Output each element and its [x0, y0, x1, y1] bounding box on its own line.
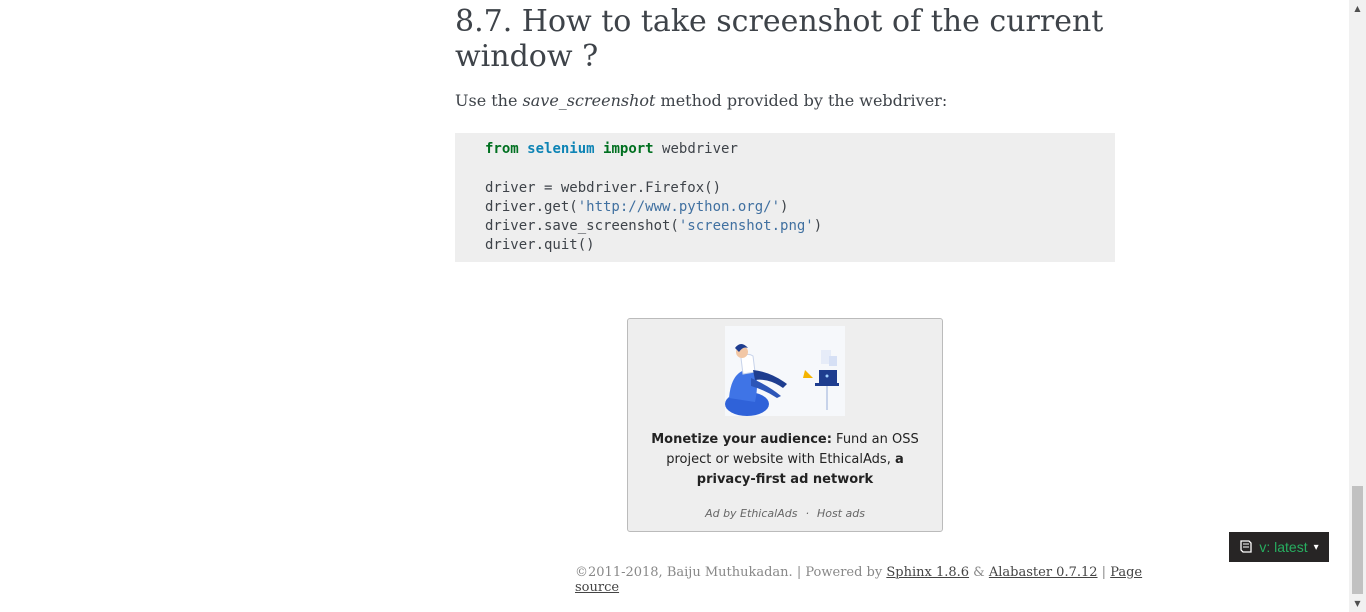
ad-illustration[interactable] — [725, 326, 845, 416]
scrollbar-thumb[interactable] — [1352, 486, 1363, 594]
ad-text[interactable]: Monetize your audience: Fund an OSS proj… — [636, 430, 934, 490]
alabaster-link[interactable]: Alabaster 0.7.12 — [989, 565, 1098, 580]
heading-line2: window ? — [455, 39, 599, 74]
intro-paragraph: Use the save_screenshot method provided … — [455, 91, 1135, 110]
heading-line1: 8.7. How to take screenshot of the curre… — [455, 4, 1104, 39]
caret-down-icon: ▾ — [1313, 541, 1319, 553]
code-save-pre: driver.save_screenshot( — [485, 218, 679, 235]
footer-copyright: ©2011-2018, Baiju Muthukadan. | Powered … — [575, 565, 887, 580]
host-ads-link[interactable]: Host ads — [817, 507, 865, 520]
ad-footer-separator: · — [805, 507, 809, 520]
code-save-post: ) — [813, 218, 823, 235]
code-block: from selenium import webdriver driver = … — [455, 133, 1115, 262]
sphinx-link[interactable]: Sphinx 1.8.6 — [886, 565, 969, 580]
scroll-down-arrow-icon[interactable]: ▼ — [1349, 595, 1366, 612]
vertical-scrollbar[interactable]: ▲ ▼ — [1349, 0, 1366, 612]
code-get-pre: driver.get( — [485, 198, 578, 215]
code-get-post: ) — [780, 198, 789, 215]
version-badge[interactable]: v: latest ▾ — [1229, 532, 1329, 562]
intro-after: method provided by the webdriver: — [655, 91, 948, 110]
ad-footer: Ad by EthicalAds · Host ads — [628, 507, 942, 520]
section-heading: 8.7. How to take screenshot of the curre… — [455, 4, 1115, 74]
ad-by-link[interactable]: Ad by EthicalAds — [705, 507, 797, 520]
ethicalads-banner[interactable]: Monetize your audience: Fund an OSS proj… — [627, 318, 943, 532]
code-save-filename: 'screenshot.png' — [678, 218, 814, 235]
code-module-name: selenium — [527, 141, 595, 157]
ad-bold-lead: Monetize your audience: — [651, 432, 832, 447]
code-line-driver: driver = webdriver.Firefox() — [485, 179, 722, 196]
code-keyword-from: from — [485, 141, 519, 157]
code-import-rest: webdriver — [653, 141, 738, 157]
code-get-url: 'http://www.python.org/' — [577, 198, 781, 215]
person-laptop-illustration — [725, 326, 845, 416]
version-label: v: latest — [1259, 539, 1308, 555]
code-keyword-import: import — [603, 141, 654, 157]
page-footer: ©2011-2018, Baiju Muthukadan. | Powered … — [575, 565, 1175, 595]
footer-amp: & — [969, 565, 989, 580]
intro-before: Use the — [455, 91, 523, 110]
book-icon — [1239, 539, 1253, 556]
scroll-up-arrow-icon[interactable]: ▲ — [1349, 0, 1366, 17]
footer-separator: | — [1097, 565, 1111, 580]
intro-method: save_screenshot — [522, 91, 656, 110]
code-quit: driver.quit() — [485, 237, 595, 254]
